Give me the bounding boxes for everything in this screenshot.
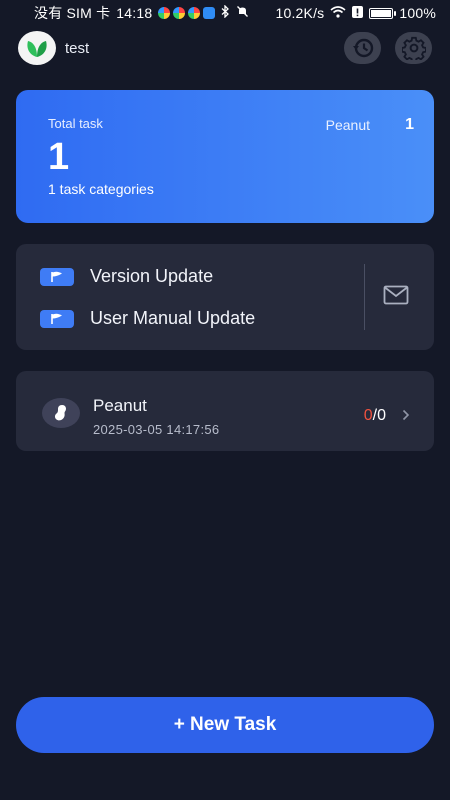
carrier-text: 没有 SIM 卡 — [34, 5, 111, 21]
card-divider — [364, 264, 365, 330]
owner-name: Peanut — [325, 117, 370, 133]
cloud-notification-icon — [203, 7, 216, 19]
app-notification-icon — [158, 7, 171, 19]
header-actions — [344, 32, 432, 64]
status-right: 10.2K/s 100% — [276, 5, 437, 21]
project-progress: 0/0 — [364, 407, 386, 425]
project-card-peanut[interactable]: Peanut 2025-03-05 14:17:56 0/0 — [16, 371, 434, 451]
alert-icon — [352, 5, 364, 21]
settings-button[interactable] — [395, 32, 432, 64]
bluetooth-icon — [221, 4, 230, 21]
gear-icon — [401, 36, 426, 60]
project-name: Peanut — [93, 396, 147, 415]
history-button[interactable] — [344, 32, 381, 64]
category-label: Version Update — [90, 266, 214, 286]
task-categories-card: Version Update User Manual Update — [16, 244, 434, 350]
app-name: test — [65, 39, 90, 57]
brand: test — [18, 31, 89, 65]
chevron-right-icon — [402, 408, 410, 426]
progress-total: 0 — [377, 407, 386, 424]
category-label: User Manual Update — [90, 308, 256, 328]
task-summary-card: Total task 1 1 task categories Peanut 1 — [16, 90, 434, 223]
clock-text: 14:18 — [116, 5, 153, 21]
category-item-user-manual-update[interactable]: User Manual Update — [40, 308, 255, 329]
category-item-version-update[interactable]: Version Update — [40, 266, 213, 287]
app-logo-icon — [18, 31, 56, 65]
flag-icon — [40, 267, 74, 286]
history-icon — [352, 38, 373, 58]
battery-percent: 100% — [399, 5, 436, 21]
owner-task-count: 1 — [405, 116, 414, 133]
mail-button[interactable] — [383, 285, 409, 307]
mute-bell-icon — [236, 5, 249, 21]
project-date: 2025-03-05 14:17:56 — [93, 422, 220, 437]
task-categories-text: 1 task categories — [48, 181, 154, 197]
flag-icon — [40, 309, 74, 328]
battery-icon — [369, 7, 397, 19]
app-notification-icon — [188, 7, 201, 19]
app-header: test — [18, 30, 432, 66]
notification-icons — [158, 7, 216, 19]
status-left: 没有 SIM 卡 14:18 — [34, 3, 249, 23]
wifi-icon — [330, 5, 346, 21]
progress-completed: 0 — [363, 407, 373, 424]
total-task-count: 1 — [48, 136, 70, 178]
mail-icon — [383, 285, 409, 305]
new-task-button[interactable]: + New Task — [16, 697, 434, 753]
app-notification-icon — [173, 7, 186, 19]
network-speed: 10.2K/s — [275, 5, 325, 21]
status-bar: 没有 SIM 卡 14:18 10.2K/s 100% — [0, 0, 450, 26]
peanut-icon — [42, 398, 80, 428]
